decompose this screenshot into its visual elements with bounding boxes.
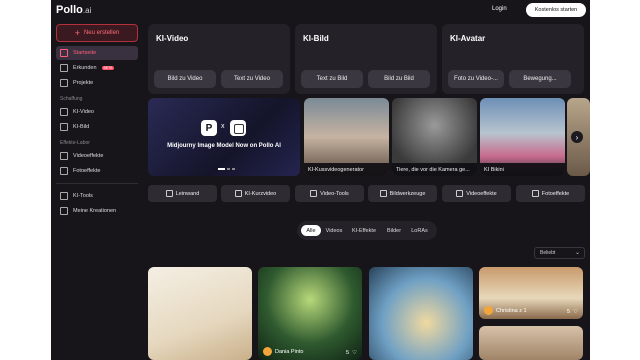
video-effects-icon	[456, 190, 464, 197]
folder-icon	[60, 79, 68, 87]
midjourney-logo-icon	[230, 120, 246, 136]
avatar	[484, 306, 493, 315]
author: Christina z 1	[484, 306, 527, 315]
gallery-item[interactable]: Dania Pinto 5 ♡	[258, 267, 362, 360]
sidebar-item-videoeffekte[interactable]: Videoeffekte	[56, 149, 138, 163]
video-tools-icon	[310, 190, 318, 197]
logo[interactable]: Pollo.ai	[56, 4, 91, 16]
compass-icon	[60, 64, 68, 72]
promo-banner[interactable]: P x Midjourny Image Model Now on Pollo A…	[148, 98, 300, 176]
text-to-image-button[interactable]: Text zu Bild	[301, 70, 363, 88]
banner-x: x	[221, 123, 225, 130]
tab-bilder[interactable]: Bilder	[383, 225, 405, 236]
likes[interactable]: 5 ♡	[346, 350, 357, 356]
image-icon	[60, 123, 68, 131]
card-ki-avatar: KI-Avatar Foto zu Video-... Bewegung...	[442, 24, 584, 94]
card-title: KI-Video	[156, 34, 189, 43]
sidebar-item-ki-video[interactable]: KI-Video	[56, 105, 138, 119]
card-ki-bild: KI-Bild Text zu Bild Bild zu Bild	[295, 24, 437, 94]
short-video-icon	[234, 190, 242, 197]
avatar	[263, 347, 272, 356]
video-effects-icon	[60, 152, 68, 160]
carousel-dots	[218, 168, 235, 170]
sidebar-divider	[56, 183, 138, 184]
sort-select[interactable]: Beliebt ⌄	[534, 247, 585, 259]
sidebar-item-fotoeffekte[interactable]: Fotoeffekte	[56, 164, 138, 178]
chevron-down-icon: ⌄	[574, 250, 580, 256]
carousel-card[interactable]: KI-Kussvideogenerator	[304, 98, 389, 176]
card-ki-video: KI-Video Bild zu Video Text zu Video	[148, 24, 290, 94]
image-to-image-button[interactable]: Bild zu Bild	[368, 70, 430, 88]
photo-effects-icon	[60, 167, 68, 175]
sidebar-item-erkunden[interactable]: Erkunden BETA	[56, 61, 138, 75]
tools-icon	[60, 192, 68, 200]
home-icon	[60, 49, 68, 57]
user-icon	[60, 207, 68, 215]
banner-caption: Midjourny Image Model Now on Pollo AI	[167, 143, 281, 149]
gallery-item[interactable]	[369, 267, 473, 360]
chip-ki-kurzvideo[interactable]: KI-Kurzvideo	[221, 185, 290, 202]
image-to-video-button[interactable]: Bild zu Video	[154, 70, 216, 88]
photo-to-video-button[interactable]: Foto zu Video-...	[448, 70, 504, 88]
plus-icon: +	[74, 28, 80, 38]
chip-fotoeffekte[interactable]: Fotoeffekte	[516, 185, 585, 202]
gallery-item[interactable]	[479, 326, 583, 360]
motion-button[interactable]: Bewegung...	[509, 70, 571, 88]
chip-leinwand[interactable]: Leinwand	[148, 185, 217, 202]
image-tools-icon	[379, 190, 387, 197]
chip-video-tools[interactable]: Video-Tools	[295, 185, 364, 202]
likes[interactable]: 5 ♡	[567, 309, 578, 315]
carousel-card[interactable]: KI Bikini	[480, 98, 565, 176]
carousel-label: KI-Kussvideogenerator	[304, 163, 389, 176]
chip-videoeffekte[interactable]: Videoeffekte	[442, 185, 511, 202]
app-window: Pollo.ai Login Kostenlos starten + Neu e…	[51, 0, 590, 360]
carousel-label: KI Bikini	[480, 163, 565, 176]
carousel-label: Tiere, die vor die Kamera ge...	[392, 163, 477, 176]
canvas-icon	[165, 190, 173, 197]
tab-videos[interactable]: Videos	[323, 225, 345, 236]
pollo-logo-icon: P	[201, 120, 217, 136]
sidebar-nav: Startseite Erkunden BETA Projekte	[56, 46, 138, 90]
card-title: KI-Bild	[303, 34, 329, 43]
tab-ki-effekte[interactable]: KI-Effekte	[347, 225, 381, 236]
sidebar-item-meine-kreationen[interactable]: Meine Kreationen	[56, 204, 138, 218]
section-label-schaffung: Schaffung	[60, 96, 83, 102]
filter-tabs: Alle Videos KI-Effekte Bilder LoRAs	[297, 221, 437, 240]
sidebar: + Neu erstellen Startseite Erkunden BETA …	[56, 24, 138, 219]
sidebar-item-ki-bild[interactable]: KI-Bild	[56, 120, 138, 134]
video-icon	[60, 108, 68, 116]
photo-effects-icon	[531, 190, 539, 197]
tab-loras[interactable]: LoRAs	[407, 225, 432, 236]
chevron-right-icon[interactable]: ›	[571, 131, 583, 143]
beta-badge: BETA	[101, 66, 115, 70]
heart-icon: ♡	[573, 309, 578, 315]
chip-bildwerkzeuge[interactable]: Bildwerkzeuge	[368, 185, 437, 202]
card-title: KI-Avatar	[450, 34, 486, 43]
top-bar: Pollo.ai Login Kostenlos starten	[51, 0, 590, 22]
carousel-card[interactable]: Tiere, die vor die Kamera ge...	[392, 98, 477, 176]
signup-button[interactable]: Kostenlos starten	[526, 3, 586, 17]
new-create-button[interactable]: + Neu erstellen	[56, 24, 138, 42]
gallery-item[interactable]	[148, 267, 252, 360]
author: Dania Pinto	[263, 347, 303, 356]
sidebar-item-ki-tools[interactable]: KI-Tools	[56, 189, 138, 203]
text-to-video-button[interactable]: Text zu Video	[221, 70, 283, 88]
login-link[interactable]: Login	[492, 6, 507, 12]
sidebar-item-startseite[interactable]: Startseite	[56, 46, 138, 60]
gallery-item[interactable]: Christina z 1 5 ♡	[479, 267, 583, 319]
tab-alle[interactable]: Alle	[301, 225, 321, 236]
section-label-effekte: Effekte-Labor	[60, 140, 90, 146]
heart-icon: ♡	[352, 350, 357, 356]
sidebar-item-projekte[interactable]: Projekte	[56, 76, 138, 90]
